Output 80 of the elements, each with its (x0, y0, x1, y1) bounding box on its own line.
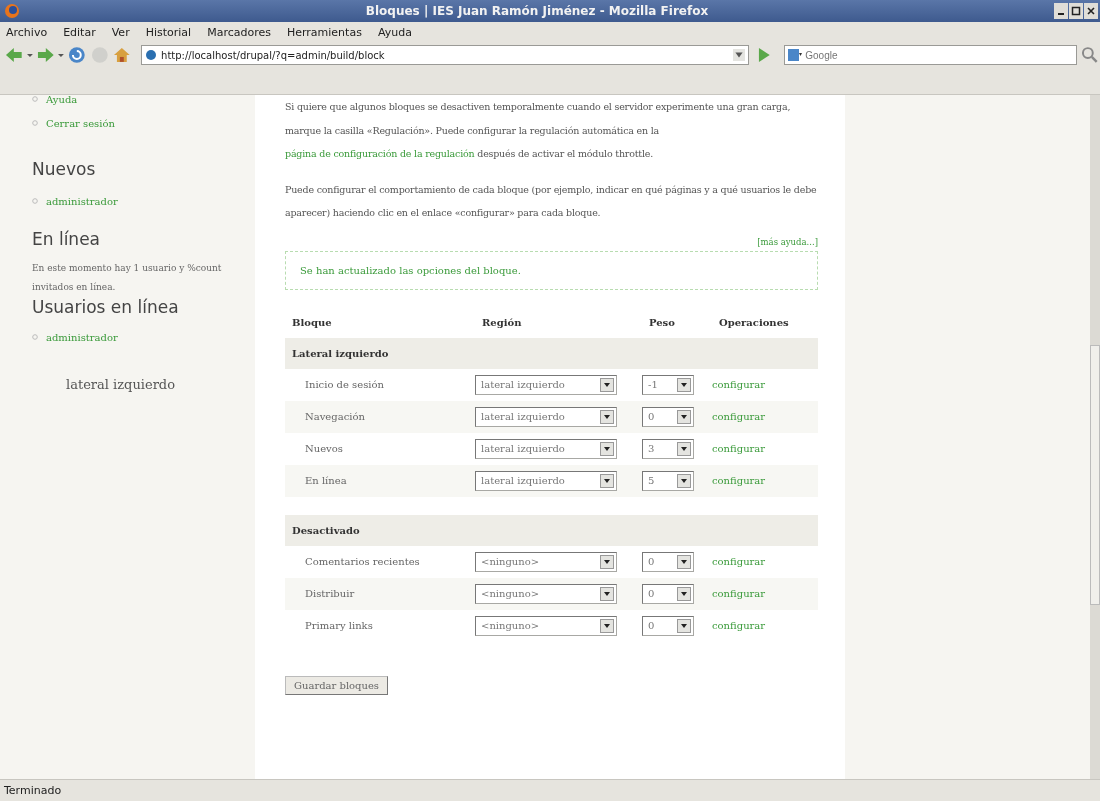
menu-item[interactable]: Editar (61, 25, 98, 39)
bullet-icon (32, 96, 38, 102)
menu-item[interactable]: Historial (143, 25, 194, 39)
sidebar-link[interactable]: administrador (46, 331, 118, 343)
browser-logo-icon (4, 3, 20, 19)
configure-link[interactable]: configurar (712, 620, 766, 631)
block-name: Primary links (304, 620, 374, 631)
configure-link[interactable]: configurar (712, 475, 766, 486)
region-select[interactable]: <ninguno> (475, 551, 617, 572)
region-select[interactable]: <ninguno> (475, 583, 617, 604)
weight-select[interactable]: 5 (642, 470, 694, 491)
block-name: Distribuir (304, 588, 356, 599)
weight-select[interactable]: 0 (642, 406, 694, 427)
menu-item[interactable]: Herramientas (284, 25, 364, 39)
maximize-icon (1071, 6, 1081, 16)
sidebar-link[interactable]: Cerrar sesión (46, 117, 115, 129)
save-button[interactable]: Guardar bloques (285, 675, 388, 695)
block-name: En línea (304, 475, 348, 486)
menu-item[interactable]: Ver (109, 25, 132, 39)
block-name: Nuevos (304, 443, 344, 454)
reload-icon[interactable] (67, 45, 87, 65)
url-text: http://localhost/drupal/?q=admin/build/block (161, 49, 386, 61)
column-header: Región (481, 317, 523, 328)
search-input[interactable]: Google (805, 49, 1074, 61)
section-heading: Desactivado (285, 514, 818, 546)
block-heading: En línea (32, 229, 102, 249)
column-header: Bloque (291, 317, 333, 328)
help-paragraph: Puede configurar el comportamiento de cada bloque (por ejemplo, indicar en qué páginas y a qué usuarios le debe aparecer) haciendo clic en el enlace «configurar» para cada bloque. (285, 182, 818, 220)
search-icon[interactable] (1080, 45, 1100, 65)
minimize-icon (1058, 13, 1064, 15)
status-text: Terminado (4, 784, 62, 797)
configure-link[interactable]: configurar (712, 379, 766, 390)
column-header: Operaciones (718, 317, 790, 328)
region-select[interactable]: lateral izquierdo (475, 406, 617, 427)
region-select[interactable]: lateral izquierdo (475, 438, 617, 459)
status-message: Se han actualizado las opciones del bloque. (285, 250, 818, 290)
configure-link[interactable]: configurar (712, 443, 766, 454)
weight-select[interactable]: 3 (642, 438, 694, 459)
block-subheading: Usuarios en línea (32, 297, 180, 317)
dropdown-icon[interactable] (732, 49, 745, 61)
scrollbar[interactable] (1090, 95, 1100, 779)
region-select[interactable]: lateral izquierdo (475, 374, 617, 395)
sidebar-link[interactable]: administrador (46, 195, 118, 207)
section-heading: Lateral izquierdo (285, 337, 818, 369)
weight-select[interactable]: 0 (642, 583, 694, 604)
scrollbar-thumb[interactable] (1090, 345, 1100, 605)
address-field[interactable]: http://localhost/drupal/?q=admin/build/block (141, 45, 749, 65)
page-icon (145, 49, 158, 61)
help-paragraph: Si quiere que algunos bloques se desactiven temporalmente cuando el servidor experimente una gran carga, marque la casilla «Regulación». Puede configurar la regulación automática en la página de configuración de la regulación después de activar el módulo throttle. (285, 100, 792, 161)
menu-item[interactable]: Marcadores (205, 25, 273, 39)
configure-link[interactable]: configurar (712, 411, 766, 422)
block-name: Comentarios recientes (304, 556, 421, 567)
config-link[interactable]: página de configuración de la regulación (285, 148, 475, 159)
bullet-icon (32, 198, 38, 204)
bullet-icon (32, 334, 38, 340)
bullet-icon (32, 120, 38, 126)
weight-select[interactable]: 0 (642, 551, 694, 572)
close-button[interactable] (1084, 3, 1098, 19)
search-engine-icon[interactable] (788, 49, 803, 61)
region-select[interactable]: <ninguno> (475, 615, 617, 636)
sidebar-link[interactable]: Ayuda (46, 95, 78, 105)
more-help-link[interactable]: [más ayuda...] (757, 236, 818, 247)
weight-select[interactable]: 0 (642, 615, 694, 636)
window-title: Bloques | IES Juan Ramón Jiménez - Mozilla Firefox (364, 4, 710, 18)
column-header: Peso (648, 317, 676, 328)
close-icon (1086, 6, 1096, 16)
menu-item[interactable]: Ayuda (375, 25, 414, 39)
block-text: En este momento hay 1 usuario y %count invitados en línea. (32, 262, 223, 294)
region-select[interactable]: lateral izquierdo (475, 470, 617, 491)
menu-item[interactable]: Archivo (4, 25, 50, 39)
block-name: Inicio de sesión (304, 379, 385, 390)
search-field[interactable]: Google (784, 45, 1078, 65)
block-heading: Nuevos (32, 159, 97, 179)
minimize-button[interactable] (1054, 3, 1068, 19)
configure-link[interactable]: configurar (712, 556, 766, 567)
maximize-button[interactable] (1069, 3, 1083, 19)
region-label: lateral izquierdo (66, 377, 176, 392)
block-name: Navegación (304, 411, 366, 422)
configure-link[interactable]: configurar (712, 588, 766, 599)
weight-select[interactable]: -1 (642, 374, 694, 395)
